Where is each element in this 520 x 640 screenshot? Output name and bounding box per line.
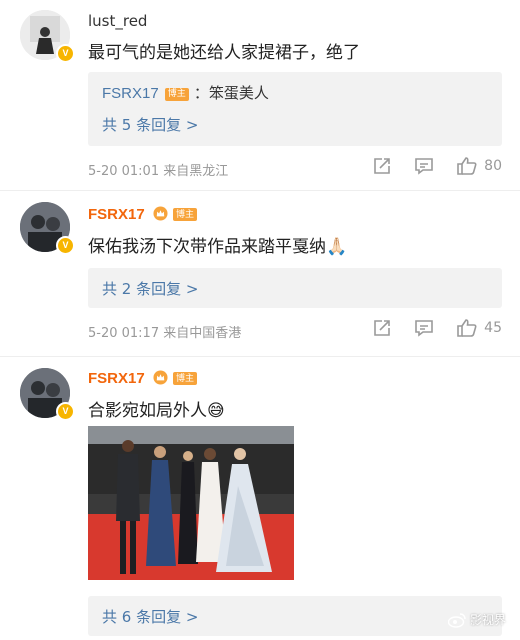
view-replies-link[interactable]: 共 6 条回复 > (102, 606, 198, 627)
comment-meta: 5-20 01:01 来自黑龙江 (88, 160, 228, 179)
like-count: 45 (484, 320, 502, 336)
comment-item: V FSRX17 博主 保佑我汤下次带作品来踏平戛纳🙏🏻 共 2 条回复 > 5… (0, 190, 520, 360)
share-button[interactable] (372, 156, 392, 176)
watermark-text: 影视界 (469, 613, 506, 627)
location: 来自中国香港 (163, 326, 242, 341)
watermark: 影视界 (447, 611, 506, 628)
comment-text: 保佑我汤下次带作品来踏平戛纳🙏🏻 (88, 237, 348, 257)
weibo-logo-icon (447, 612, 466, 628)
comment-item: V lust_red 最可气的是她还给人家提裙子，绝了 FSRX17 博主 ：笨… (0, 0, 520, 190)
reply-separator: ： (193, 84, 209, 102)
reply-line: FSRX17 博主 ：笨蛋美人 (102, 82, 269, 103)
comment-button[interactable] (414, 156, 434, 176)
comment-icon (415, 320, 433, 337)
location: 来自黑龙江 (163, 164, 229, 179)
action-bar: 80 (350, 156, 502, 176)
comment-icon (415, 158, 433, 175)
like-button[interactable]: 45 (456, 318, 502, 338)
reply-preview[interactable]: 共 2 条回复 > (88, 268, 502, 308)
username-text: FSRX17 (88, 370, 145, 387)
view-replies-link[interactable]: 共 5 条回复 > (102, 114, 198, 135)
comment-text: 合影宛如局外人😅 (88, 401, 225, 421)
username-text: FSRX17 (88, 206, 145, 223)
reply-text: 笨蛋美人 (208, 84, 269, 102)
verified-v-icon: V (56, 236, 75, 255)
comment-button[interactable] (414, 318, 434, 338)
username[interactable]: FSRX17 博主 (88, 370, 198, 387)
thumbs-up-icon (457, 157, 477, 175)
share-icon (374, 320, 390, 336)
owner-badge: 博主 (173, 372, 198, 385)
like-count: 80 (484, 158, 502, 174)
reply-preview[interactable]: 共 6 条回复 > (88, 596, 502, 636)
username[interactable]: FSRX17 博主 (88, 206, 198, 223)
crown-icon (153, 206, 168, 221)
share-icon (374, 158, 390, 174)
owner-badge: 博主 (164, 88, 189, 101)
comment-meta: 5-20 01:17 来自中国香港 (88, 322, 241, 341)
share-button[interactable] (372, 318, 392, 338)
like-button[interactable]: 80 (456, 156, 502, 176)
comment-photo[interactable] (88, 426, 294, 580)
verified-v-icon: V (56, 44, 75, 63)
view-replies-link[interactable]: 共 2 条回复 > (102, 278, 198, 299)
crown-icon (153, 370, 168, 385)
comment-text: 最可气的是她还给人家提裙子，绝了 (88, 43, 360, 63)
reply-preview[interactable]: FSRX17 博主 ：笨蛋美人 共 5 条回复 > (88, 72, 502, 146)
thumbs-up-icon (457, 319, 477, 337)
timestamp: 5-20 01:01 (88, 164, 160, 179)
verified-v-icon: V (56, 402, 75, 421)
reply-author[interactable]: FSRX17 (102, 85, 159, 102)
owner-badge: 博主 (173, 208, 198, 221)
username[interactable]: lust_red (88, 12, 147, 30)
action-bar: 45 (350, 318, 502, 338)
timestamp: 5-20 01:17 (88, 326, 160, 341)
